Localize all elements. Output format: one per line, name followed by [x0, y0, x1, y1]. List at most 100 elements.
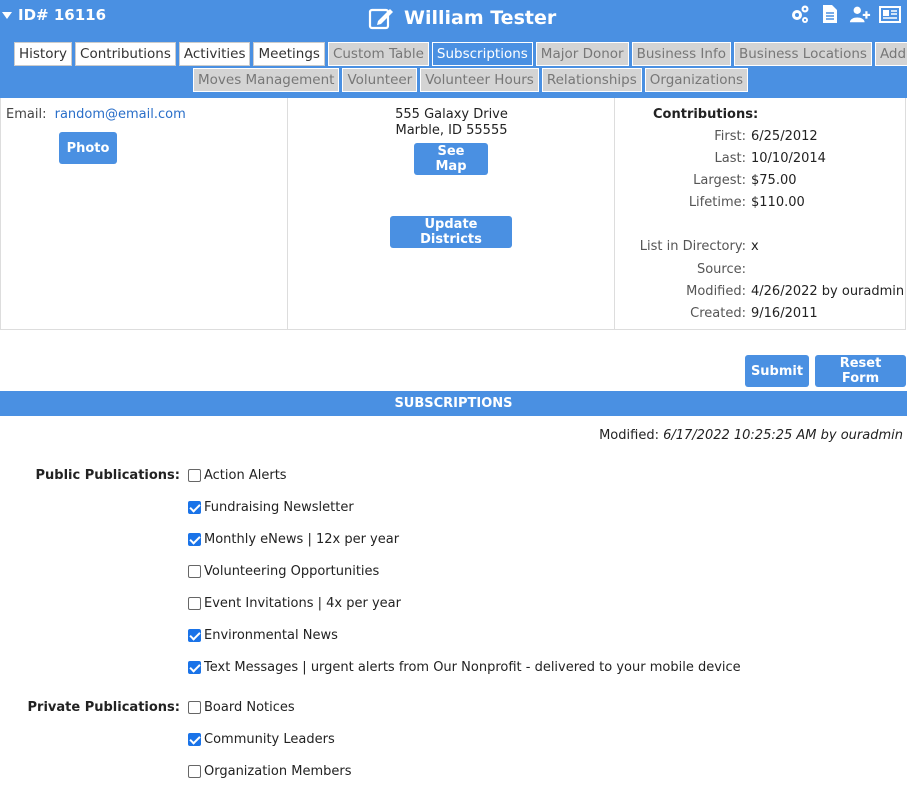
- record-title: William Tester: [368, 6, 556, 30]
- collapse-triangle-icon[interactable]: [2, 11, 12, 19]
- contact-panel: Email: random@email.com Photo: [0, 98, 288, 330]
- document-icon[interactable]: [819, 4, 841, 24]
- stat-list-in-directory: List in Directory: x: [615, 239, 759, 257]
- subscription-volunteering-opportunities[interactable]: Volunteering Opportunities: [188, 564, 379, 579]
- stat-key: First:: [714, 129, 746, 144]
- tab-organizations[interactable]: Organizations: [644, 68, 749, 92]
- subscription-label: Environmental News: [204, 628, 338, 643]
- submit-button[interactable]: Submit: [745, 355, 809, 387]
- stat-source: Source:: [615, 262, 746, 280]
- stat-value: x: [751, 239, 759, 254]
- subscription-label: Organization Members: [204, 764, 352, 779]
- tab-volunteer-hours[interactable]: Volunteer Hours: [420, 68, 539, 92]
- subscriptions-section-title: SUBSCRIPTIONS: [0, 391, 907, 416]
- subscriptions-modified: Modified: 6/17/2022 10:25:25 AM by ourad…: [599, 428, 903, 443]
- stat-last: Last: 10/10/2014: [615, 151, 826, 169]
- email-row: Email: random@email.com: [6, 107, 186, 122]
- checkbox-unchecked[interactable]: [188, 597, 201, 610]
- stat-value: 10/10/2014: [751, 151, 826, 166]
- private-publications-label: Private Publications:: [27, 700, 180, 715]
- tab-business-locations[interactable]: Business Locations: [733, 42, 872, 66]
- address-line-1: 555 Galaxy Drive: [395, 107, 508, 122]
- subscription-label: Event Invitations | 4x per year: [204, 596, 401, 611]
- contributions-heading: Contributions:: [653, 107, 759, 122]
- stat-largest: Largest: $75.00: [615, 173, 796, 191]
- subscription-label: Action Alerts: [204, 468, 287, 483]
- subscription-label: Text Messages | urgent alerts from Our N…: [204, 660, 741, 675]
- stat-key: Source:: [696, 262, 746, 277]
- subscription-text-messages-urgent-alerts-from-our-non[interactable]: Text Messages | urgent alerts from Our N…: [188, 660, 741, 675]
- stat-lifetime: Lifetime: $110.00: [615, 195, 805, 213]
- tab-history[interactable]: History: [14, 42, 73, 66]
- modified-value: 6/17/2022 10:25:25 AM by ouradmin: [663, 428, 903, 443]
- checkbox-checked[interactable]: [188, 629, 201, 642]
- stat-modified: Modified: 4/26/2022 by ouradmin: [615, 284, 904, 302]
- stat-key: Created:: [690, 306, 746, 321]
- tab-volunteer[interactable]: Volunteer: [342, 68, 418, 92]
- subscription-label: Board Notices: [204, 700, 295, 715]
- public-publications-label: Public Publications:: [35, 468, 180, 483]
- tab-major-donor[interactable]: Major Donor: [535, 42, 629, 66]
- tab-relationships[interactable]: Relationships: [541, 68, 642, 92]
- stat-key: Lifetime:: [688, 195, 746, 210]
- record-name: William Tester: [404, 7, 557, 29]
- stat-value: $110.00: [751, 195, 805, 210]
- add-user-icon[interactable]: [849, 4, 871, 24]
- subscription-event-invitations-4x-per-year[interactable]: Event Invitations | 4x per year: [188, 596, 401, 611]
- stat-value: 6/25/2012: [751, 129, 818, 144]
- tab-subscriptions[interactable]: Subscriptions: [431, 42, 533, 66]
- gears-icon[interactable]: [789, 4, 811, 24]
- email-label: Email:: [6, 107, 47, 122]
- subscription-label: Monthly eNews | 12x per year: [204, 532, 400, 547]
- tab-custom-table[interactable]: Custom Table: [327, 42, 429, 66]
- record-id[interactable]: ID# 16116: [2, 6, 106, 24]
- edit-icon[interactable]: [368, 6, 396, 30]
- modified-label: Modified:: [599, 428, 659, 443]
- address-panel: 555 Galaxy Drive Marble, ID 55555 See Ma…: [288, 98, 615, 330]
- checkbox-checked[interactable]: [188, 501, 201, 514]
- stat-first: First: 6/25/2012: [615, 129, 817, 147]
- header-actions: [789, 4, 901, 24]
- checkbox-checked[interactable]: [188, 733, 201, 746]
- subscription-label: Volunteering Opportunities: [204, 564, 380, 579]
- stat-value: 4/26/2022 by ouradmin: [751, 284, 905, 299]
- stat-key: List in Directory:: [639, 239, 746, 254]
- tabs-row-2: Moves Management Volunteer Volunteer Hours…: [193, 68, 749, 92]
- checkbox-unchecked[interactable]: [188, 701, 201, 714]
- tabs-row-1: History Contributions Activities Meetings Cu…: [14, 42, 907, 66]
- tab-moves-management[interactable]: Moves Management: [193, 68, 340, 92]
- stat-value: $75.00: [751, 173, 797, 188]
- reset-form-button[interactable]: Reset Form: [815, 355, 906, 387]
- contact-card-icon[interactable]: [879, 4, 901, 24]
- photo-button[interactable]: Photo: [59, 132, 117, 164]
- stat-created: Created: 9/16/2011: [615, 306, 818, 324]
- tab-contributions[interactable]: Contributions: [75, 42, 176, 66]
- stat-key: Last:: [714, 151, 746, 166]
- update-districts-button[interactable]: Update Districts: [390, 216, 512, 248]
- tab-addl-addr[interactable]: Addl Addr: [874, 42, 907, 66]
- checkbox-unchecked[interactable]: [188, 565, 201, 578]
- checkbox-checked[interactable]: [188, 533, 201, 546]
- subscription-fundraising-newsletter[interactable]: Fundraising Newsletter: [188, 500, 354, 515]
- subscription-label: Fundraising Newsletter: [204, 500, 354, 515]
- subscription-environmental-news[interactable]: Environmental News: [188, 628, 338, 643]
- subscription-board-notices[interactable]: Board Notices: [188, 700, 295, 715]
- record-id-label: ID# 16116: [18, 6, 107, 24]
- address-line-2: Marble, ID 55555: [395, 123, 508, 138]
- tab-activities[interactable]: Activities: [178, 42, 251, 66]
- checkbox-unchecked[interactable]: [188, 469, 201, 482]
- see-map-button[interactable]: See Map: [414, 143, 488, 175]
- stat-key: Modified:: [686, 284, 746, 299]
- subscription-organization-members[interactable]: Organization Members: [188, 764, 352, 779]
- subscription-community-leaders[interactable]: Community Leaders: [188, 732, 335, 747]
- checkbox-unchecked[interactable]: [188, 765, 201, 778]
- subscription-monthly-enews-12x-per-year[interactable]: Monthly eNews | 12x per year: [188, 532, 399, 547]
- stat-value: 9/16/2011: [751, 306, 818, 321]
- tab-meetings[interactable]: Meetings: [253, 42, 325, 66]
- email-link[interactable]: random@email.com: [55, 107, 186, 122]
- stat-key: Largest:: [693, 173, 746, 188]
- checkbox-checked[interactable]: [188, 661, 201, 674]
- subscription-action-alerts[interactable]: Action Alerts: [188, 468, 287, 483]
- stats-panel: Contributions: First: 6/25/2012 Last: 10/10…: [615, 98, 906, 330]
- tab-business-info[interactable]: Business Info: [631, 42, 731, 66]
